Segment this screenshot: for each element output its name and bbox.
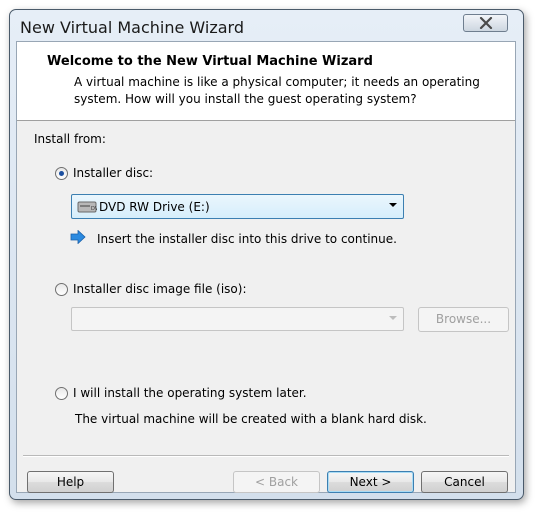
header-description: A virtual machine is like a physical com… [74,75,480,106]
header-title: Welcome to the New Virtual Machine Wizar… [47,54,373,69]
dvd-drive-icon: DVD [77,201,97,213]
title-bar[interactable]: New Virtual Machine Wizard [10,10,523,42]
install-from-label: Install from: [34,132,106,146]
iso-path-combo[interactable] [71,307,404,331]
header-panel: Welcome to the New Virtual Machine Wizar… [17,42,515,121]
installer-disc-label[interactable]: Installer disc: [73,166,153,180]
chevron-down-icon [389,316,397,320]
installer-disc-radio[interactable] [55,167,68,180]
back-button[interactable]: < Back [233,471,320,493]
disc-hint-text: Insert the installer disc into this driv… [97,232,397,246]
blue-arrow-icon [70,230,86,244]
cancel-button[interactable]: Cancel [421,471,508,493]
disc-drive-select[interactable]: DVD DVD RW Drive (E:) [71,194,404,219]
close-icon [479,17,493,29]
install-later-label[interactable]: I will install the operating system late… [73,386,307,400]
help-button[interactable]: Help [27,471,114,493]
close-button[interactable] [463,14,508,32]
install-later-radio[interactable] [55,387,68,400]
install-later-note: The virtual machine will be created with… [75,412,427,426]
chevron-down-icon [389,203,397,207]
wizard-body: Welcome to the New Virtual Machine Wizar… [16,41,516,493]
wizard-window: New Virtual Machine Wizard Welcome to th… [9,9,524,500]
footer-divider [23,455,509,457]
disc-drive-value: DVD RW Drive (E:) [99,200,210,214]
iso-file-label[interactable]: Installer disc image file (iso): [73,282,246,296]
iso-file-radio[interactable] [55,283,68,296]
window-title: New Virtual Machine Wizard [20,18,244,37]
browse-button[interactable]: Browse... [418,307,509,332]
svg-text:DVD: DVD [91,206,97,212]
next-button[interactable]: Next > [327,471,414,493]
